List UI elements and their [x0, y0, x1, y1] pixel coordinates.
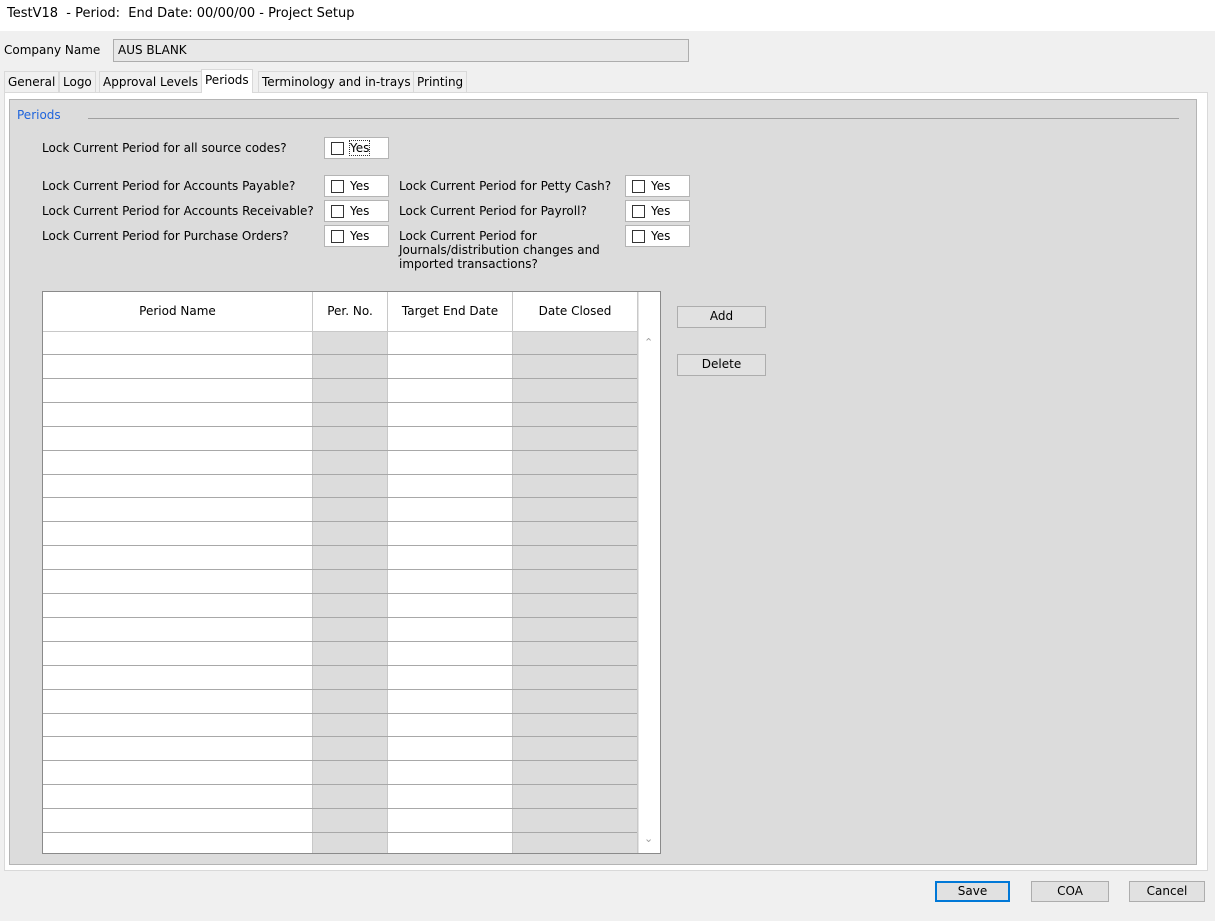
table-row-divider: [43, 713, 637, 714]
lock-all-label: Lock Current Period for all source codes…: [42, 141, 287, 155]
save-button[interactable]: Save: [935, 881, 1010, 902]
lock-ap-checkbox[interactable]: Yes: [324, 175, 389, 197]
add-button[interactable]: Add: [677, 306, 766, 328]
checkbox-box[interactable]: [331, 205, 344, 218]
lock-payroll-checkbox[interactable]: Yes: [625, 200, 690, 222]
tab-logo[interactable]: Logo: [59, 71, 96, 92]
table-row-divider: [43, 784, 637, 785]
table-row-divider: [43, 808, 637, 809]
vertical-scrollbar[interactable]: ⌃ ⌄: [638, 292, 660, 853]
checkbox-box[interactable]: [632, 230, 645, 243]
delete-button[interactable]: Delete: [677, 354, 766, 376]
table-row-divider: [43, 760, 637, 761]
column-header-date-closed[interactable]: Date Closed: [513, 292, 638, 332]
lock-po-label: Lock Current Period for Purchase Orders?: [42, 229, 289, 243]
table-row-divider: [43, 689, 637, 690]
window-title: TestV18 - Period: End Date: 00/00/00 - P…: [7, 6, 355, 21]
checkbox-label: Yes: [350, 179, 370, 193]
periods-group-title: Periods: [17, 108, 61, 122]
column-header-per-no[interactable]: Per. No.: [313, 292, 388, 332]
table-row-divider: [43, 378, 637, 379]
checkbox-box[interactable]: [331, 142, 344, 155]
lock-payroll-label: Lock Current Period for Payroll?: [399, 204, 587, 218]
periods-grid[interactable]: Period Name Per. No. Target End Date Dat…: [42, 291, 661, 854]
tab-panel: Periods Lock Current Period for all sour…: [4, 92, 1208, 871]
lock-po-checkbox[interactable]: Yes: [324, 225, 389, 247]
table-row-divider: [43, 593, 637, 594]
cancel-button[interactable]: Cancel: [1129, 881, 1205, 902]
table-row-divider: [43, 521, 637, 522]
group-divider: [88, 118, 1179, 119]
checkbox-box[interactable]: [331, 180, 344, 193]
lock-journals-label-line1: Lock Current Period for: [399, 229, 537, 243]
lock-petty-cash-label: Lock Current Period for Petty Cash?: [399, 179, 612, 193]
periods-group: Periods Lock Current Period for all sour…: [9, 99, 1197, 865]
checkbox-label: Yes: [651, 204, 671, 218]
table-row-divider: [43, 617, 637, 618]
table-row-divider: [43, 450, 637, 451]
table-row-divider: [43, 426, 637, 427]
lock-petty-cash-checkbox[interactable]: Yes: [625, 175, 690, 197]
table-row-divider: [43, 474, 637, 475]
tab-periods[interactable]: Periods: [201, 69, 253, 93]
lock-journals-label-line3: imported transactions?: [399, 257, 538, 271]
table-row-divider: [43, 354, 637, 355]
lock-journals-checkbox[interactable]: Yes: [625, 225, 690, 247]
tab-printing[interactable]: Printing: [413, 71, 468, 92]
company-name-field[interactable]: AUS BLANK: [113, 39, 689, 62]
checkbox-label: Yes: [350, 204, 370, 218]
lock-ar-checkbox[interactable]: Yes: [324, 200, 389, 222]
checkbox-label: Yes: [651, 179, 671, 193]
lock-ar-label: Lock Current Period for Accounts Receiva…: [42, 204, 314, 218]
chevron-up-icon[interactable]: ⌃: [644, 336, 653, 349]
lock-all-checkbox[interactable]: Yes: [324, 137, 389, 159]
checkbox-box[interactable]: [632, 180, 645, 193]
lock-ap-label: Lock Current Period for Accounts Payable…: [42, 179, 296, 193]
table-row-divider: [43, 665, 637, 666]
checkbox-box[interactable]: [632, 205, 645, 218]
company-name-label: Company Name: [4, 43, 101, 57]
table-row-divider: [43, 569, 637, 570]
coa-button[interactable]: COA: [1031, 881, 1109, 902]
checkbox-label: Yes: [348, 140, 371, 156]
table-row-divider: [43, 545, 637, 546]
table-row-divider: [43, 641, 637, 642]
tab-general[interactable]: General: [4, 71, 60, 92]
table-row-divider: [43, 832, 637, 833]
title-bar: TestV18 - Period: End Date: 00/00/00 - P…: [0, 0, 1215, 31]
checkbox-label: Yes: [651, 229, 671, 243]
checkbox-box[interactable]: [331, 230, 344, 243]
chevron-down-icon[interactable]: ⌄: [644, 832, 653, 845]
column-header-period-name[interactable]: Period Name: [43, 292, 313, 332]
checkbox-label: Yes: [350, 229, 370, 243]
column-header-target-end-date[interactable]: Target End Date: [388, 292, 513, 332]
tab-terminology[interactable]: Terminology and in-trays: [258, 71, 415, 92]
lock-journals-label-line2: Journals/distribution changes and: [399, 243, 600, 257]
tab-approval-levels[interactable]: Approval Levels: [99, 71, 202, 92]
lock-journals-label: Lock Current Period for Journals/distrib…: [399, 229, 600, 271]
table-row-divider: [43, 736, 637, 737]
table-row-divider: [43, 497, 637, 498]
table-row-divider: [43, 402, 637, 403]
